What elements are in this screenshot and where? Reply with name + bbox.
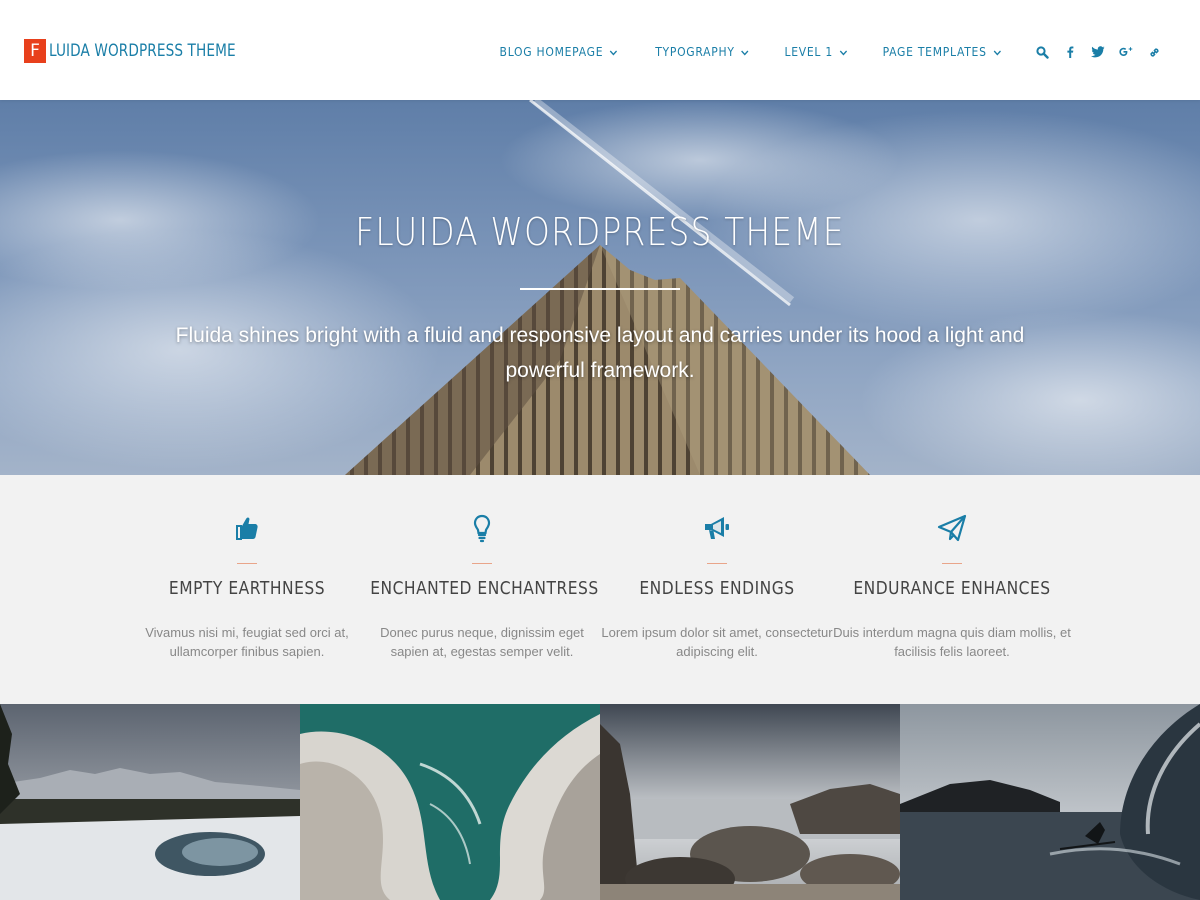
nav-item-label: BLOG HOMEPAGE [499,45,604,59]
image-gallery [0,704,1200,900]
facebook-icon[interactable] [1056,43,1084,61]
google-plus-icon[interactable] [1112,43,1140,61]
feature-title: ENDURANCE ENHANCES [853,578,1051,599]
megaphone-icon [702,513,732,543]
snowy-lake-image[interactable] [0,704,300,900]
hero-banner: FLUIDA WORDPRESS THEME Fluida shines bri… [0,100,1200,475]
beach-rocks-image[interactable] [600,704,900,900]
feature-text: Donec purus neque, dignissim eget sapien… [380,625,584,659]
site-title: LUIDA WORDPRESS THEME [49,41,236,60]
main-nav: BLOG HOMEPAGE TYPOGRAPHY LEVEL 1 PAGE TE… [493,43,1168,61]
feature-title: ENCHANTED ENCHANTRESS [370,578,599,599]
feature-divider [707,563,727,564]
thumbs-up-icon [232,513,262,543]
link-icon[interactable] [1140,43,1168,61]
feature-title: ENDLESS ENDINGS [639,578,795,599]
surfer-wave-image[interactable] [900,704,1200,900]
chevron-down-icon [741,45,749,59]
nav-item-typography[interactable]: TYPOGRAPHY [655,45,749,59]
hero-subtitle: Fluida shines bright with a fluid and re… [175,324,1025,382]
site-logo[interactable]: F LUIDA WORDPRESS THEME [24,39,252,63]
feature-text: Duis interdum magna quis diam mollis, et… [833,625,1071,659]
features-section: EMPTY EARTHNESS Vivamus nisi mi, feugiat… [0,475,1200,704]
nav-item-label: PAGE TEMPLATES [882,45,988,59]
paper-plane-icon [937,513,967,543]
site-header: F LUIDA WORDPRESS THEME BLOG HOMEPAGE TY… [0,0,1200,100]
social-icons [1028,43,1168,61]
lightbulb-icon [467,513,497,543]
feature-text: Vivamus nisi mi, feugiat sed orci at, ul… [145,625,349,659]
hero-title: FLUIDA WORDPRESS THEME [355,210,845,254]
feature-title: EMPTY EARTHNESS [168,578,326,599]
search-icon[interactable] [1028,43,1056,61]
nav-item-label: TYPOGRAPHY [655,45,735,59]
feature-divider [942,563,962,564]
feature-divider [472,563,492,564]
rocky-coast-image[interactable] [300,704,600,900]
chevron-down-icon [610,45,618,59]
logo-badge: F [24,39,46,63]
nav-item-label: LEVEL 1 [784,45,833,59]
nav-item-page-templates[interactable]: PAGE TEMPLATES [883,45,1001,59]
hero-divider [520,288,680,290]
nav-item-level-1[interactable]: LEVEL 1 [784,45,847,59]
feature-divider [237,563,257,564]
chevron-down-icon [993,45,1001,59]
twitter-icon[interactable] [1084,43,1112,61]
feature-text: Lorem ipsum dolor sit amet, consectetur … [601,625,833,659]
chevron-down-icon [839,45,847,59]
nav-item-blog-homepage[interactable]: BLOG HOMEPAGE [500,45,618,59]
